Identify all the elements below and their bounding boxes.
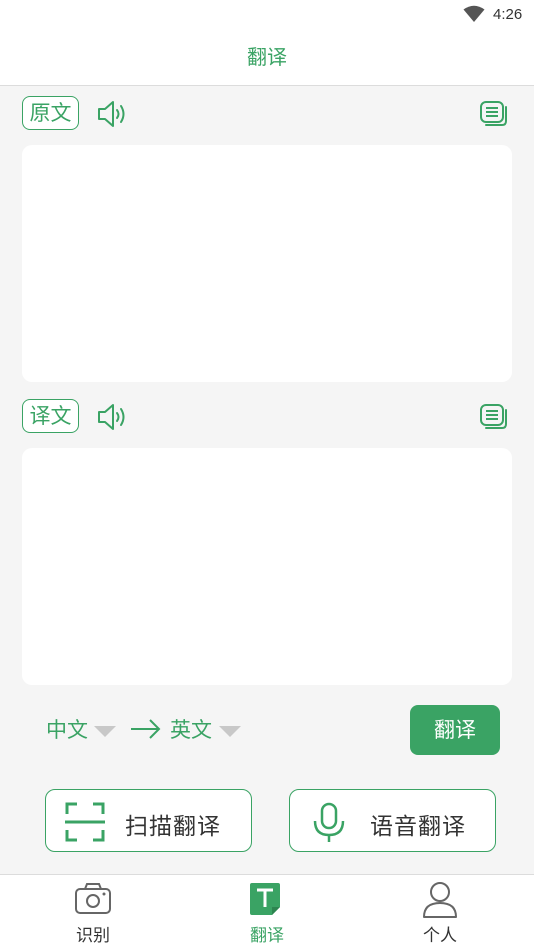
target-copy-icon[interactable] <box>479 403 509 431</box>
person-icon <box>423 882 457 918</box>
source-tag: 原文 <box>22 96 79 130</box>
source-dropdown-icon[interactable] <box>94 726 116 737</box>
translate-button[interactable]: 翻译 <box>410 705 500 755</box>
nav-label-translate: 翻译 <box>250 926 284 946</box>
voice-translate-label: 语音翻译 <box>370 814 466 840</box>
voice-translate-button[interactable]: 语音翻译 <box>289 789 496 852</box>
source-language-select[interactable]: 中文 <box>46 714 88 744</box>
nav-label-recognize: 识别 <box>76 926 110 946</box>
language-row: 中文 英文 翻译 <box>0 704 534 756</box>
source-text-area[interactable] <box>22 145 512 382</box>
microphone-icon <box>313 802 345 842</box>
source-speaker-icon[interactable] <box>96 99 130 129</box>
nav-item-profile[interactable]: 个人 <box>385 875 495 949</box>
translate-icon <box>250 883 280 915</box>
camera-icon <box>75 883 111 914</box>
scan-translate-label: 扫描翻译 <box>125 814 221 840</box>
target-text-area[interactable] <box>22 448 512 685</box>
arrow-right-icon <box>131 719 161 739</box>
nav-item-translate[interactable]: 翻译 <box>212 875 322 949</box>
scan-translate-button[interactable]: 扫描翻译 <box>45 789 252 852</box>
target-tag: 译文 <box>22 399 79 433</box>
wifi-icon <box>463 5 485 22</box>
source-copy-icon[interactable] <box>479 100 509 128</box>
target-language-select[interactable]: 英文 <box>170 714 212 744</box>
bottom-nav: 识别 翻译 个人 <box>0 874 534 949</box>
nav-label-profile: 个人 <box>423 926 457 946</box>
scan-icon <box>65 802 105 842</box>
nav-item-recognize[interactable]: 识别 <box>38 875 148 949</box>
target-header: 译文 <box>0 396 534 436</box>
status-time: 4:26 <box>493 6 523 23</box>
source-header: 原文 <box>0 93 534 133</box>
target-speaker-icon[interactable] <box>96 402 130 432</box>
target-dropdown-icon[interactable] <box>219 726 241 737</box>
status-bar: 4:26 <box>0 0 534 30</box>
page-title: 翻译 <box>0 30 534 86</box>
